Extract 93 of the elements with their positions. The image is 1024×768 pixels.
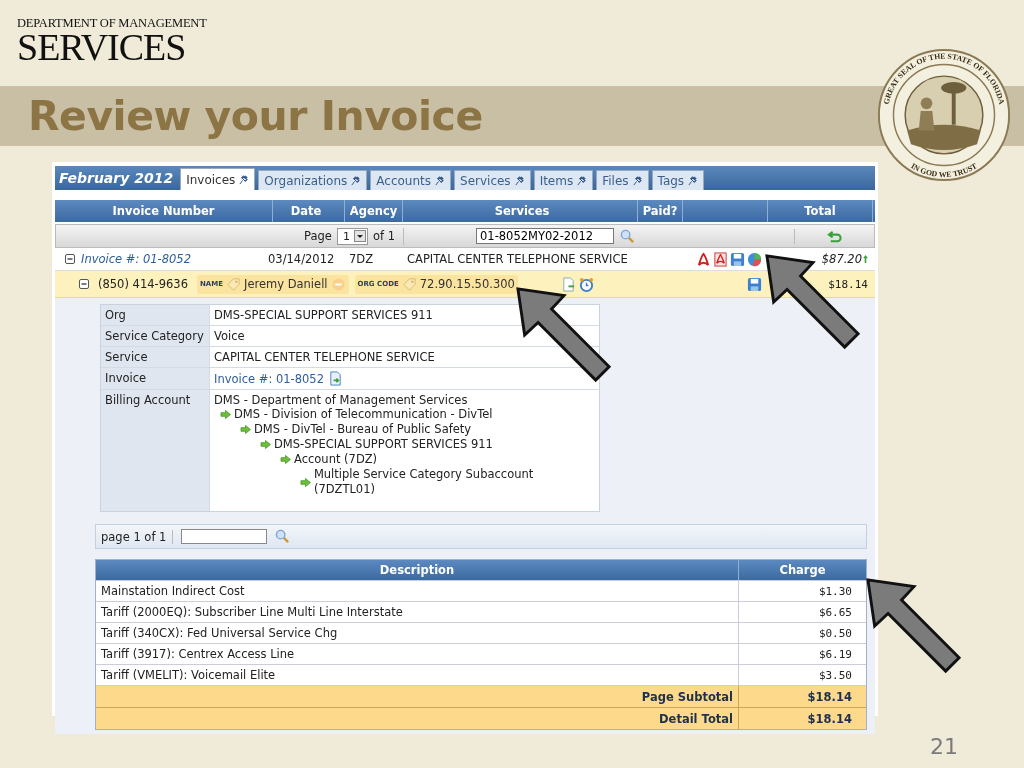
page-count: of 1: [372, 229, 395, 243]
column-header[interactable]: Date: [268, 200, 345, 222]
field-label: Org: [101, 305, 209, 325]
pin-icon: [434, 175, 445, 186]
tab[interactable]: Accounts: [370, 170, 451, 190]
tab[interactable]: Files: [596, 170, 649, 190]
arrow-icon: [220, 410, 231, 419]
total-value: $18.14: [806, 710, 853, 728]
pin-icon: [513, 175, 525, 186]
organization-name: DEPARTMENT OF MANAGEMENT: [17, 16, 207, 30]
account-name: DMS - Department of Management Services: [214, 393, 468, 407]
pie-chart-icon[interactable]: [747, 251, 762, 267]
account-name: DMS - DivTel - Bureau of Public Safety: [254, 422, 472, 437]
pin-icon: [350, 175, 362, 186]
table-cell-text: 7DZ: [348, 252, 375, 266]
account-name: Account (7DZ): [294, 452, 378, 467]
undo-icon[interactable]: [827, 228, 842, 244]
table-cell-text: 03/14/2012: [268, 252, 336, 266]
table-cell: Mainstation Indirect Cost: [96, 581, 739, 601]
column-header[interactable]: Charge: [739, 560, 866, 580]
pdf-icon[interactable]: [696, 251, 711, 267]
collapse-icon[interactable]: [65, 254, 75, 264]
save-icon[interactable]: [747, 276, 762, 292]
arrow-icon: [300, 477, 311, 487]
page-select[interactable]: 1: [336, 227, 368, 245]
collapse-icon[interactable]: [79, 279, 89, 289]
column-header[interactable]: Paid?: [638, 200, 683, 222]
column-header[interactable]: Invoice Number: [55, 200, 273, 222]
column-header[interactable]: Description: [96, 560, 739, 580]
search-icon[interactable]: [620, 228, 635, 244]
organization-logo-text: SERVICES: [17, 30, 186, 64]
pin-icon: [238, 174, 250, 185]
column-header[interactable]: Agency: [345, 200, 403, 222]
field-label: Service: [101, 347, 209, 367]
invoice-link[interactable]: Invoice #: 01-8052: [81, 252, 191, 266]
table-cell: Tariff (3917): Centrex Access Line: [96, 644, 739, 664]
tab[interactable]: Tags: [651, 170, 705, 190]
slide-title: Review your Invoice: [28, 92, 483, 140]
field-label: Invoice: [101, 368, 209, 389]
up-arrow-icon: [863, 255, 868, 263]
table-cell: Tariff (2000EQ): Subscriber Line Multi Line Interstate: [96, 602, 739, 622]
tab[interactable]: Invoices: [180, 168, 256, 190]
phone-number[interactable]: (850) 414-9636: [98, 277, 188, 291]
field-label: Billing Account: [101, 390, 209, 511]
tab[interactable]: Items: [533, 170, 594, 190]
search-field[interactable]: [181, 529, 268, 544]
invoice-link[interactable]: Invoice #: 01-8052: [214, 371, 324, 386]
account-name: DMS-SPECIAL SUPPORT SERVICES 911: [274, 437, 493, 452]
search-icon[interactable]: [275, 529, 291, 544]
column-header[interactable]: Total: [768, 200, 873, 222]
total-label: Detail Total: [96, 708, 739, 729]
line-total: $18.14: [827, 277, 869, 291]
save-icon[interactable]: [730, 251, 745, 267]
tag-icon: [226, 276, 241, 292]
pin-icon: [576, 175, 588, 186]
table-cell: Tariff (VMELIT): Voicemail Elite: [96, 665, 739, 685]
document-icon[interactable]: [560, 276, 576, 292]
field-value: Voice: [214, 329, 245, 343]
field-value: DMS-SPECIAL SUPPORT SERVICES 911: [214, 308, 433, 322]
slide-number: 21: [930, 734, 958, 759]
dropdown-icon: [353, 230, 366, 242]
table-cell-text: $6.19: [817, 646, 853, 663]
table-cell-text: $3.50: [817, 667, 853, 684]
account-name: DMS - Division of Telecommunication - DivTel: [234, 407, 493, 422]
tab[interactable]: Organizations: [258, 170, 368, 190]
field-value: CAPITAL CENTER TELEPHONE SERVICE: [214, 350, 435, 364]
pin-icon: [687, 175, 699, 186]
period-label: February 2012: [59, 170, 174, 186]
search-field[interactable]: 01-8052MY02-2012: [476, 228, 614, 244]
table-cell-text: $1.30: [817, 583, 853, 600]
pin-icon: [631, 175, 643, 186]
table-cell-text: CAPITAL CENTER TELEPHONE SERVICE: [406, 252, 629, 266]
export-document-icon[interactable]: [328, 371, 343, 386]
alarm-clock-icon[interactable]: [578, 276, 594, 292]
arrow-icon: [240, 425, 251, 434]
tab[interactable]: Services: [454, 170, 531, 190]
tag-icon: [401, 276, 417, 292]
page-count: page 1 of 1: [101, 529, 174, 544]
table-cell-text: $0.50: [817, 625, 853, 642]
account-name: Multiple Service Category Subaccount (7DZTL01): [313, 467, 535, 497]
tag-value: Jeremy Daniell: [244, 277, 328, 291]
arrow-icon: [280, 455, 291, 464]
field-label: Service Category: [101, 326, 209, 346]
pdf-icon[interactable]: [713, 251, 728, 267]
arrow-icon: [260, 440, 271, 449]
total-label: Page Subtotal: [96, 686, 739, 707]
column-header[interactable]: Services: [403, 200, 638, 222]
total-value: $18.14: [806, 688, 853, 706]
tag-value: 72.90.15.50.300: [419, 277, 515, 291]
table-cell-text: $6.65: [817, 604, 853, 621]
table-cell: Tariff (340CX): Fed Universal Service Chg: [96, 623, 739, 643]
invoice-total: $87.20: [821, 252, 862, 266]
page-label: Page: [304, 229, 332, 243]
